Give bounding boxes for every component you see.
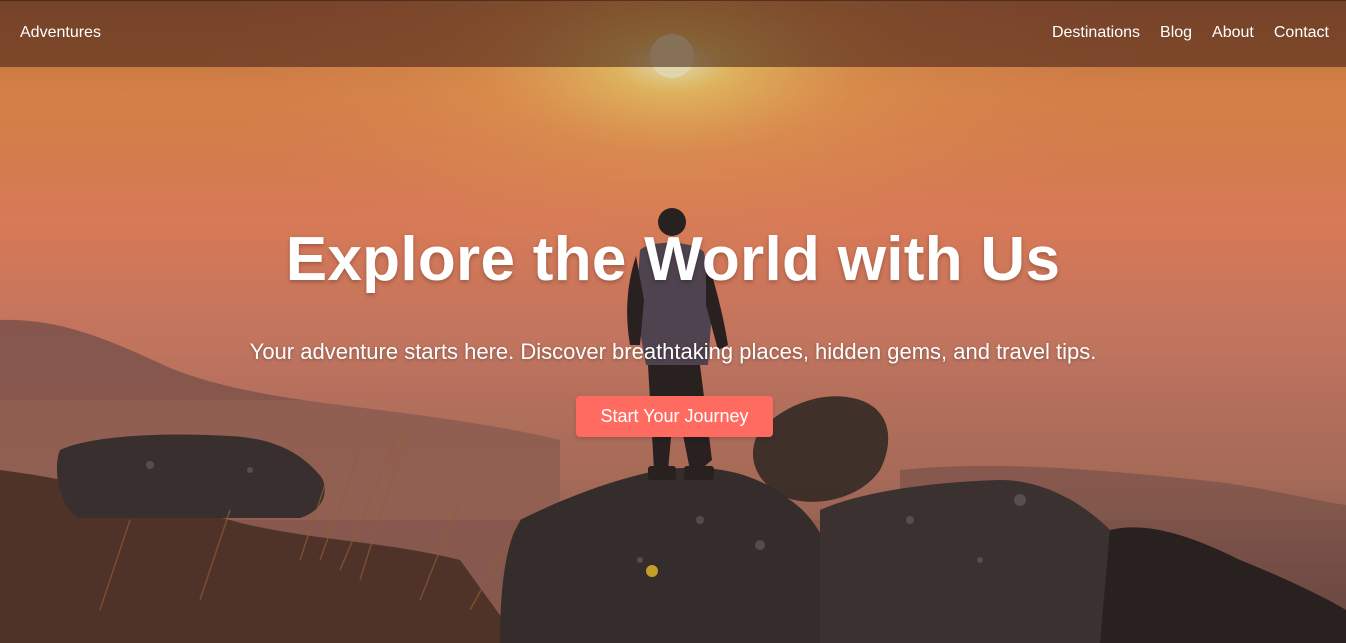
- hero-section: Explore the World with Us Your adventure…: [0, 0, 1346, 643]
- page: Adventures Destinations Blog About Conta…: [0, 0, 1346, 643]
- hero-title: Explore the World with Us: [285, 225, 1061, 294]
- start-journey-button[interactable]: Start Your Journey: [576, 396, 773, 437]
- hero-subtitle: Your adventure starts here. Discover bre…: [249, 339, 1097, 364]
